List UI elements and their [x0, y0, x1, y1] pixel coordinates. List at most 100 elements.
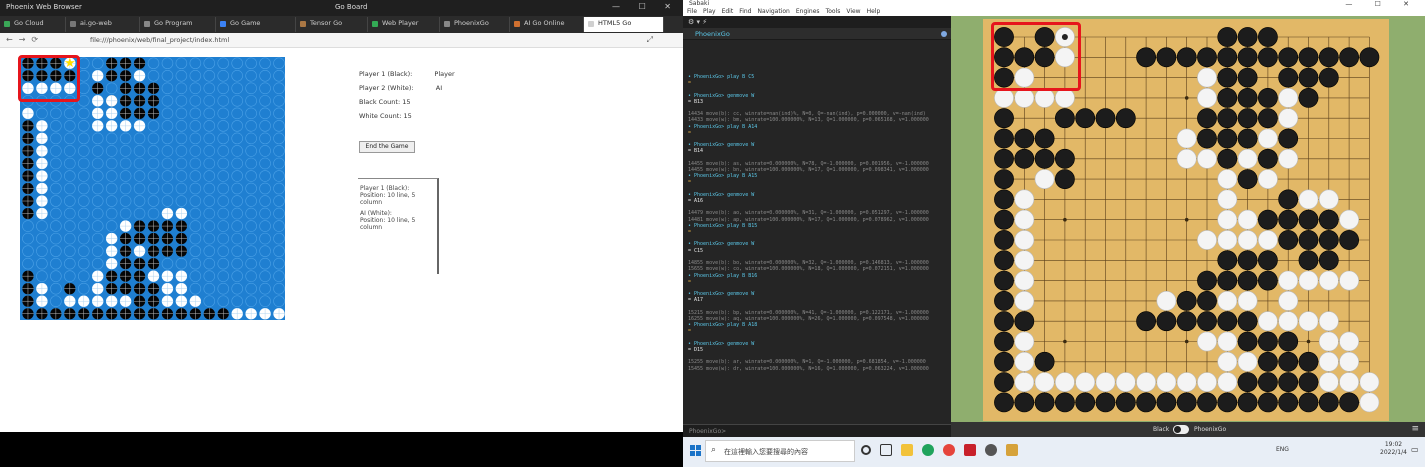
grid-cell[interactable]: [105, 182, 118, 195]
grid-cell[interactable]: [203, 57, 216, 70]
grid-cell[interactable]: [78, 170, 90, 182]
grid-cell[interactable]: [91, 220, 104, 232]
grid-cell[interactable]: [217, 95, 229, 107]
grid-cell[interactable]: [259, 82, 271, 95]
grid-cell[interactable]: [231, 95, 243, 107]
grid-cell[interactable]: [203, 132, 216, 145]
grid-cell[interactable]: [91, 157, 104, 170]
grid-cell[interactable]: [231, 207, 243, 220]
grid-cell[interactable]: [64, 145, 76, 157]
chrome-icon[interactable]: [943, 444, 955, 456]
grid-cell[interactable]: [36, 245, 48, 257]
grid-cell[interactable]: [203, 157, 216, 170]
grid-cell[interactable]: [189, 195, 202, 207]
grid-cell[interactable]: [78, 220, 90, 232]
grid-cell[interactable]: [273, 282, 285, 295]
grid-cell[interactable]: [119, 170, 132, 182]
grid-cell[interactable]: [50, 195, 62, 207]
grid-cell[interactable]: [259, 295, 271, 307]
grid-cell[interactable]: [22, 220, 34, 232]
grid-cell[interactable]: [105, 145, 118, 157]
grid-cell[interactable]: [273, 107, 285, 120]
grid-cell[interactable]: [245, 257, 257, 270]
grid-cell[interactable]: [133, 132, 146, 145]
grid-cell[interactable]: [231, 195, 243, 207]
grid-cell[interactable]: [217, 220, 229, 232]
grid-cell[interactable]: [259, 70, 271, 82]
grid-cell[interactable]: [203, 170, 216, 182]
grid-cell[interactable]: [259, 145, 271, 157]
grid-cell[interactable]: [231, 182, 243, 195]
grid-cell[interactable]: [273, 70, 285, 82]
grid-cell[interactable]: [50, 120, 62, 132]
grid-cell[interactable]: [273, 257, 285, 270]
grid-cell[interactable]: [231, 82, 243, 95]
grid-cell[interactable]: [50, 207, 62, 220]
grid-cell[interactable]: [245, 182, 257, 195]
grid-cell[interactable]: [78, 282, 90, 295]
grid-cell[interactable]: [245, 245, 257, 257]
grid-cell[interactable]: [189, 220, 202, 232]
grid-cell[interactable]: [175, 170, 188, 182]
browser-tab[interactable]: AI Go Online: [510, 17, 584, 32]
grid-cell[interactable]: [189, 132, 202, 145]
grid-cell[interactable]: [259, 95, 271, 107]
app-icon[interactable]: [985, 444, 997, 456]
edge-icon[interactable]: [922, 444, 934, 456]
grid-cell[interactable]: [119, 182, 132, 195]
grid-cell[interactable]: [64, 107, 76, 120]
grid-cell[interactable]: [91, 195, 104, 207]
grid-cell[interactable]: [161, 195, 174, 207]
grid-cell[interactable]: [105, 170, 118, 182]
grid-cell[interactable]: [50, 145, 62, 157]
grid-cell[interactable]: [105, 220, 118, 232]
grid-cell[interactable]: [245, 270, 257, 282]
grid-cell[interactable]: [189, 207, 202, 220]
url-field[interactable]: file:///phoenix/web/final_project/index.…: [90, 36, 229, 44]
grid-cell[interactable]: [105, 207, 118, 220]
grid-cell[interactable]: [231, 145, 243, 157]
grid-cell[interactable]: [189, 282, 202, 295]
grid-cell[interactable]: [50, 220, 62, 232]
grid-cell[interactable]: [259, 232, 271, 245]
grid-cell[interactable]: [161, 120, 174, 132]
grid-cell[interactable]: [78, 145, 90, 157]
nav-buttons-icon[interactable]: ←→⟳: [6, 35, 44, 44]
grid-cell[interactable]: [64, 157, 76, 170]
menu-file[interactable]: File: [687, 8, 697, 16]
grid-cell[interactable]: [64, 207, 76, 220]
menu-tools[interactable]: Tools: [826, 8, 841, 16]
grid-cell[interactable]: [203, 70, 216, 82]
grid-cell[interactable]: [36, 220, 48, 232]
grid-cell[interactable]: [273, 270, 285, 282]
grid-cell[interactable]: [217, 107, 229, 120]
grid-cell[interactable]: [161, 70, 174, 82]
grid-cell[interactable]: [273, 120, 285, 132]
grid-cell[interactable]: [161, 95, 174, 107]
grid-cell[interactable]: [203, 145, 216, 157]
grid-cell[interactable]: [161, 157, 174, 170]
gtp-console[interactable]: • PhoenixGo> play B C5 = • PhoenixGo> gen…: [683, 44, 951, 424]
grid-cell[interactable]: [217, 270, 229, 282]
grid-cell[interactable]: [189, 257, 202, 270]
grid-cell[interactable]: [245, 57, 257, 70]
grid-cell[interactable]: [259, 107, 271, 120]
grid-cell[interactable]: [64, 132, 76, 145]
grid-cell[interactable]: [245, 220, 257, 232]
grid-cell[interactable]: [217, 70, 229, 82]
grid-cell[interactable]: [147, 145, 160, 157]
menu-find[interactable]: Find: [739, 8, 751, 16]
menu-icon[interactable]: ≡: [1411, 424, 1419, 434]
grid-cell[interactable]: [245, 70, 257, 82]
grid-cell[interactable]: [189, 245, 202, 257]
grid-cell[interactable]: [259, 120, 271, 132]
grid-cell[interactable]: [175, 145, 188, 157]
grid-cell[interactable]: [273, 245, 285, 257]
grid-cell[interactable]: [50, 132, 62, 145]
grid-cell[interactable]: [119, 195, 132, 207]
grid-cell[interactable]: [231, 120, 243, 132]
grid-cell[interactable]: [161, 145, 174, 157]
grid-cell[interactable]: [91, 257, 104, 270]
grid-cell[interactable]: [147, 207, 160, 220]
grid-cell[interactable]: [273, 157, 285, 170]
